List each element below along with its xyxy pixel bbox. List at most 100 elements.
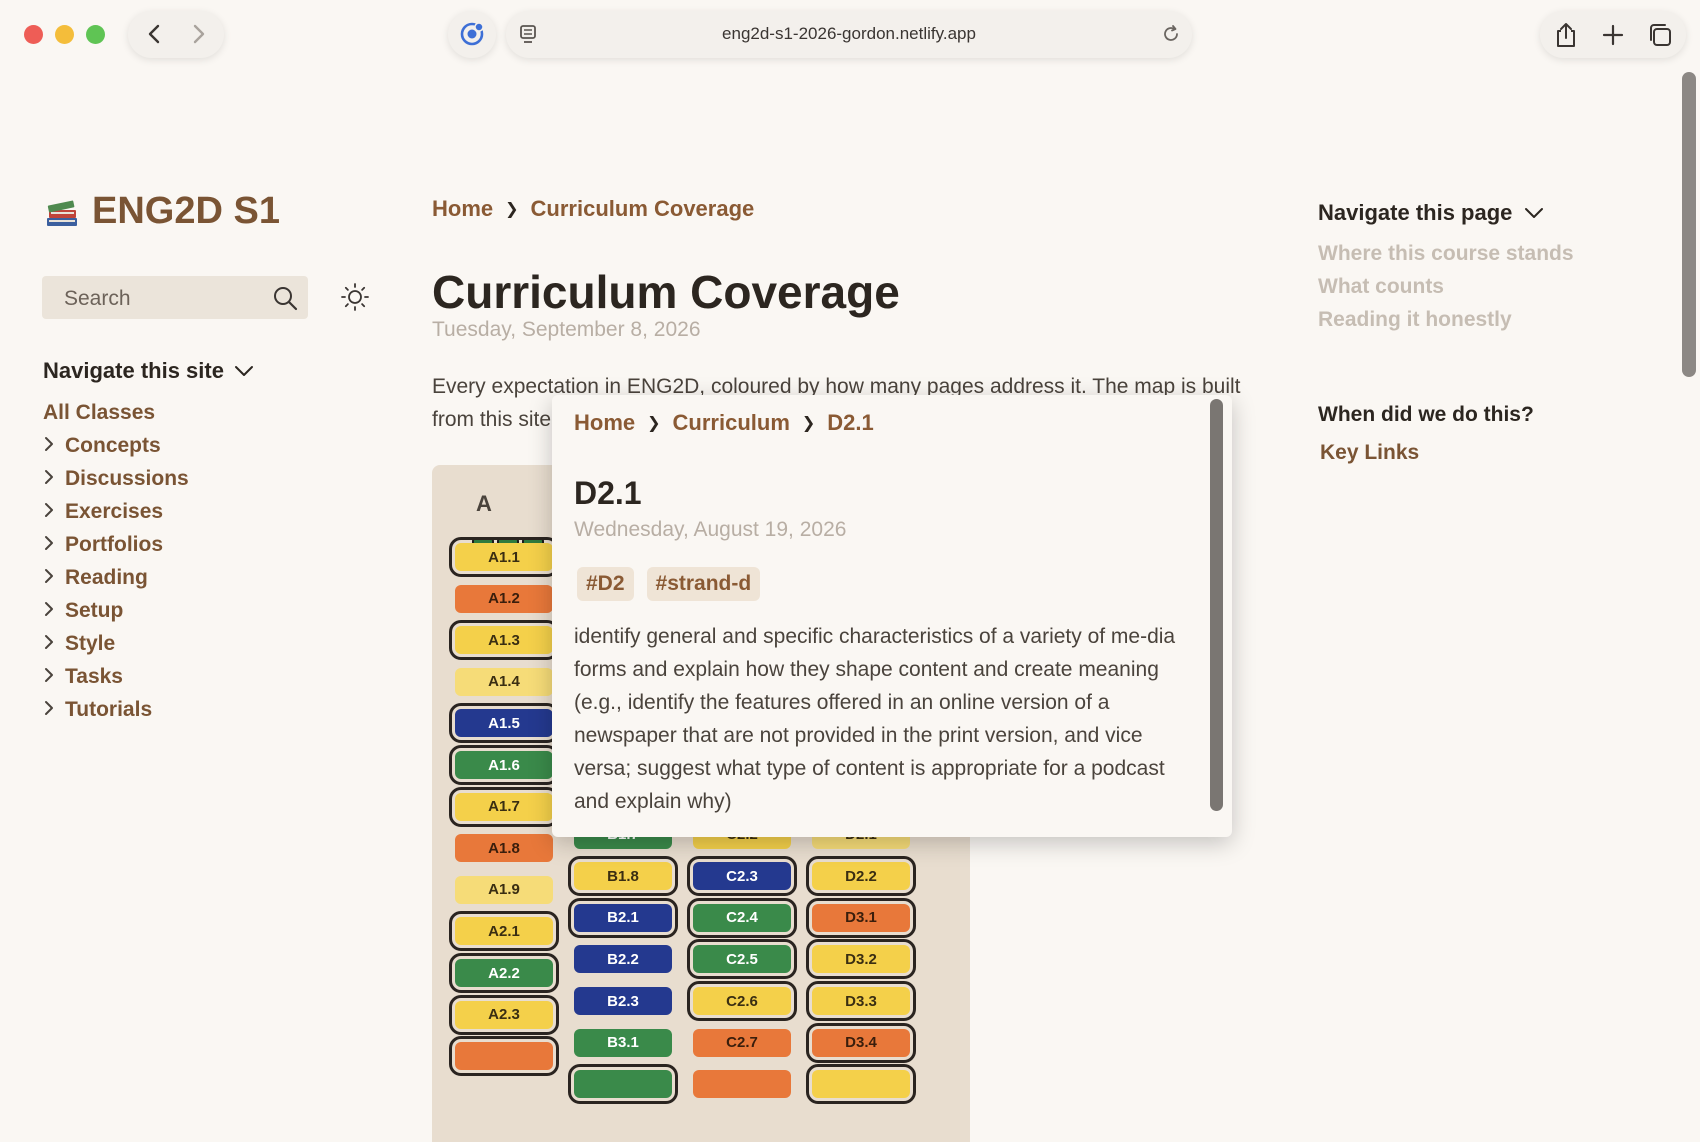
breadcrumb-home[interactable]: Home [432,196,493,222]
address-bar[interactable]: eng2d-s1-2026-gordon.netlify.app [506,11,1192,58]
sidebar-item-concepts[interactable]: Concepts [43,429,189,462]
sidebar-item-setup[interactable]: Setup [43,594,189,627]
expectation-chip-a2-2[interactable]: A2.2 [449,953,559,993]
browser-chrome: eng2d-s1-2026-gordon.netlify.app [0,0,1700,70]
when-heading: When did we do this? [1318,403,1534,426]
back-icon[interactable] [140,19,170,49]
sidebar-item-tasks[interactable]: Tasks [43,660,189,693]
sidebar-item-exercises[interactable]: Exercises [43,495,189,528]
site-title-text[interactable]: ENG2D S1 [92,190,280,233]
tag-strand-d[interactable]: #strand-d [646,567,761,601]
expectation-chip-c2-3[interactable]: C2.3 [687,856,797,897]
toc-heading[interactable]: Navigate this page [1318,200,1544,226]
site-title[interactable]: ENG2D S1 [44,190,280,233]
site-nav-heading[interactable]: Navigate this site [43,358,254,384]
page-scrollbar[interactable] [1682,72,1696,377]
expectation-chip-b2-1[interactable]: B2.1 [568,897,678,938]
search-input[interactable]: Search [42,276,308,319]
expectation-chip-partial[interactable] [568,1064,678,1105]
chevron-down-icon[interactable] [234,364,254,378]
expectation-chip-d3-4[interactable]: D3.4 [806,1022,916,1063]
popover-breadcrumb-home[interactable]: Home [574,410,635,436]
expectation-chip-partial[interactable] [806,1064,916,1105]
url-text[interactable]: eng2d-s1-2026-gordon.netlify.app [506,24,1192,44]
expectation-chip-b1-8[interactable]: B1.8 [568,856,678,897]
expectation-chip-c2-4[interactable]: C2.4 [687,897,797,938]
expectation-chip-c2-5[interactable]: C2.5 [687,939,797,980]
sidebar-item-style[interactable]: Style [43,627,189,660]
expectation-chip-a2-1[interactable]: A2.1 [449,911,559,952]
sidebar-item-label[interactable]: Portfolios [65,533,163,557]
popover-breadcrumb-current[interactable]: D2.1 [827,410,873,436]
toc-item[interactable]: What counts [1318,275,1574,308]
sidebar-item-label[interactable]: Setup [65,599,123,623]
expectation-chip-d3-1[interactable]: D3.1 [806,897,916,938]
new-tab-icon[interactable] [1600,21,1626,49]
expectation-popover[interactable]: Home ❯ Curriculum ❯ D2.1 D2.1 Wednesday,… [552,395,1232,837]
expectation-chip-a1-7[interactable]: A1.7 [449,786,559,827]
key-links-link[interactable]: Key Links [1320,441,1419,465]
zoom-window-button[interactable] [86,25,105,44]
sidebar-item-label[interactable]: All Classes [43,401,155,425]
sidebar-item-label[interactable]: Exercises [65,500,163,524]
minimize-window-button[interactable] [55,25,74,44]
chevron-down-icon[interactable] [1524,206,1544,220]
expectation-chip-b3-1[interactable]: B3.1 [574,1028,672,1057]
expectation-chip-a1-6[interactable]: A1.6 [449,745,559,785]
share-icon[interactable] [1553,21,1579,49]
chevron-right-icon[interactable] [43,667,55,683]
sidebar-item-label[interactable]: Reading [65,566,148,590]
toc-item[interactable]: Where this course stands [1318,242,1574,275]
expectation-chip-c2-7[interactable]: C2.7 [693,1028,791,1057]
expectation-chip-a1-4[interactable]: A1.4 [455,667,553,696]
expectation-chip-a1-1[interactable]: A1.1 [449,537,559,577]
expectation-chip-d3-2[interactable]: D3.2 [806,939,916,980]
reload-icon[interactable] [1160,23,1182,45]
chevron-right-icon[interactable] [43,502,55,518]
expectation-chip-d3-3[interactable]: D3.3 [806,981,916,1021]
expectation-chip-a1-9[interactable]: A1.9 [455,875,553,904]
expectation-chip-a1-3[interactable]: A1.3 [449,620,559,661]
chevron-right-icon[interactable] [43,535,55,551]
sidebar-item-all-classes[interactable]: All Classes [43,396,189,429]
chevron-right-icon[interactable] [43,601,55,617]
search-icon[interactable] [272,285,298,311]
sidebar-item-label[interactable]: Tasks [65,665,123,689]
sidebar-item-discussions[interactable]: Discussions [43,462,189,495]
sidebar-item-reading[interactable]: Reading [43,561,189,594]
sidebar-item-label[interactable]: Discussions [65,467,189,491]
chevron-right-icon[interactable] [43,469,55,485]
sidebar-item-label[interactable]: Tutorials [65,698,152,722]
sidebar-item-portfolios[interactable]: Portfolios [43,528,189,561]
breadcrumb-current[interactable]: Curriculum Coverage [531,196,755,222]
popover-scrollbar[interactable] [1210,399,1223,811]
expectation-chip-d2-2[interactable]: D2.2 [806,856,916,897]
expectation-chip-a1-2[interactable]: A1.2 [455,584,553,613]
theme-toggle-sun-icon[interactable] [340,282,370,312]
chevron-right-icon[interactable] [43,436,55,452]
sidebar-item-label[interactable]: Style [65,632,115,656]
close-window-button[interactable] [24,25,43,44]
tag-d2[interactable]: #D2 [577,567,634,601]
popover-breadcrumb-curriculum[interactable]: Curriculum [673,410,790,436]
expectation-chip-partial[interactable] [449,1036,559,1077]
toc-item[interactable]: Reading it honestly [1318,308,1574,341]
expectation-chip-b2-2[interactable]: B2.2 [574,945,672,974]
expectation-chip-a1-5[interactable]: A1.5 [449,703,559,744]
expectation-chip-b2-3[interactable]: B2.3 [574,987,672,1015]
chevron-right-icon[interactable] [43,568,55,584]
tab-overview-icon[interactable] [1646,21,1674,49]
extension-button[interactable] [448,11,496,58]
expectation-chip-partial[interactable] [693,1070,791,1099]
sidebar-item-tutorials[interactable]: Tutorials [43,693,189,726]
sidebar-item-label[interactable]: Concepts [65,434,161,458]
expectation-chip-a1-8[interactable]: A1.8 [455,834,553,863]
chevron-right-icon[interactable] [43,634,55,650]
forward-icon[interactable] [183,19,213,49]
expectation-chip-c2-6[interactable]: C2.6 [687,981,797,1021]
expectation-chip-a2-3[interactable]: A2.3 [449,994,559,1035]
popover-description: identify general and specific characteri… [574,625,1176,813]
popover-tags: #D2 #strand-d [577,567,761,601]
chevron-right-icon[interactable] [43,700,55,716]
toc-list: Where this course stands What counts Rea… [1318,242,1574,341]
